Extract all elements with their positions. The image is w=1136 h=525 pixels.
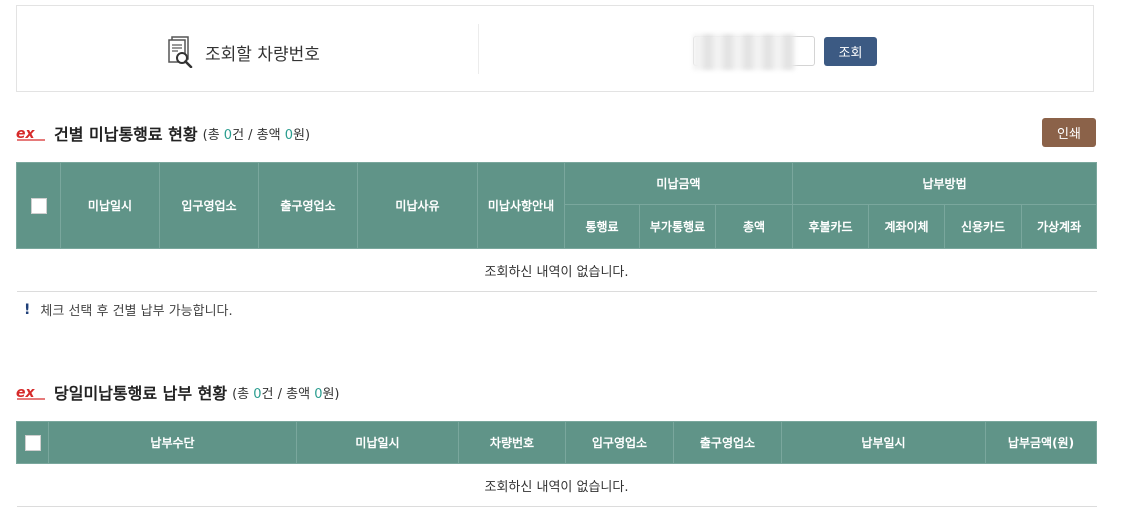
section2-heading: 당일미납통행료 납부 현황 [54, 384, 228, 403]
search-button[interactable]: 조회 [824, 37, 877, 66]
col-exit-office: 출구영업소 [258, 162, 358, 249]
section1-amount: 0 [284, 127, 294, 143]
col-extra-toll: 부가통행료 [639, 204, 716, 249]
table-row: 조회하신 내역이 없습니다. [16, 463, 1097, 507]
section1-heading: 건별 미납통행료 현황 [54, 125, 198, 144]
print-button[interactable]: 인쇄 [1042, 118, 1096, 147]
col-unpaid-date: 미납일시 [60, 162, 160, 249]
empty-message: 조회하신 내역이 없습니다. [16, 463, 1097, 507]
search-panel: 조회할 차량번호 조회 [16, 5, 1094, 92]
search-label-group: 조회할 차량번호 [167, 36, 320, 68]
svg-text:ex: ex [16, 126, 35, 141]
svg-text:ex: ex [16, 385, 35, 400]
col-postpaid-card: 후불카드 [792, 204, 870, 249]
col-account-transfer: 계좌이체 [868, 204, 946, 249]
select-all-header [16, 162, 61, 249]
plate-number-input[interactable] [693, 36, 815, 66]
col-unpaid-reason: 미납사유 [357, 162, 478, 249]
table-row: 조회하신 내역이 없습니다. [16, 248, 1097, 292]
section1-title: ex 건별 미납통행료 현황 (총 0건 / 총액 0원) [16, 121, 310, 145]
same-day-payment-table: 납부수단 미납일시 차량번호 입구영업소 출구영업소 납부일시 납부금액(원) … [16, 421, 1097, 507]
notice: ! 체크 선택 후 건별 납부 가능합니다. [24, 300, 233, 320]
section1-count: 0 [223, 127, 233, 143]
document-search-icon [168, 36, 193, 68]
exclamation-icon: ! [24, 301, 31, 318]
col-payment-amount: 납부금액(원) [985, 421, 1097, 464]
section1-summary: (총 0건 / 총액 0원) [202, 127, 311, 143]
col-virtual-account: 가상계좌 [1021, 204, 1098, 249]
section2-summary: (총 0건 / 총액 0원) [232, 386, 340, 402]
search-label-text: 조회할 차량번호 [205, 44, 320, 65]
col-exit-office: 출구영업소 [673, 421, 782, 464]
col-entry-office: 입구영업소 [159, 162, 259, 249]
section2-count: 0 [253, 386, 262, 402]
col-group-unpaid-amount: 미납금액 [563, 162, 794, 205]
col-credit-card: 신용카드 [944, 204, 1023, 249]
col-unpaid-date: 미납일시 [296, 421, 459, 464]
select-all-checkbox[interactable] [24, 434, 41, 451]
col-payment-date: 납부일시 [781, 421, 986, 464]
col-payment-method: 납부수단 [48, 421, 297, 464]
empty-message: 조회하신 내역이 없습니다. [16, 248, 1097, 292]
col-toll: 통행료 [564, 204, 640, 249]
section2-title: ex 당일미납통행료 납부 현황 (총 0건 / 총액 0원) [16, 380, 340, 404]
ex-logo-icon: ex [16, 126, 45, 141]
col-total: 총액 [714, 204, 794, 249]
select-all-header [16, 421, 49, 464]
search-divider [478, 24, 479, 74]
unpaid-toll-table: 미납일시 입구영업소 출구영업소 미납사유 미납사항안내 미납금액 납부방법 통… [16, 162, 1098, 292]
notice-text: 체크 선택 후 건별 납부 가능합니다. [40, 304, 233, 319]
select-all-checkbox[interactable] [30, 197, 47, 214]
col-plate-number: 차량번호 [458, 421, 566, 464]
col-unpaid-guide: 미납사항안내 [477, 162, 565, 249]
ex-logo-icon: ex [16, 385, 45, 400]
col-group-payment-method: 납부방법 [792, 162, 1098, 205]
col-entry-office: 입구영업소 [565, 421, 674, 464]
